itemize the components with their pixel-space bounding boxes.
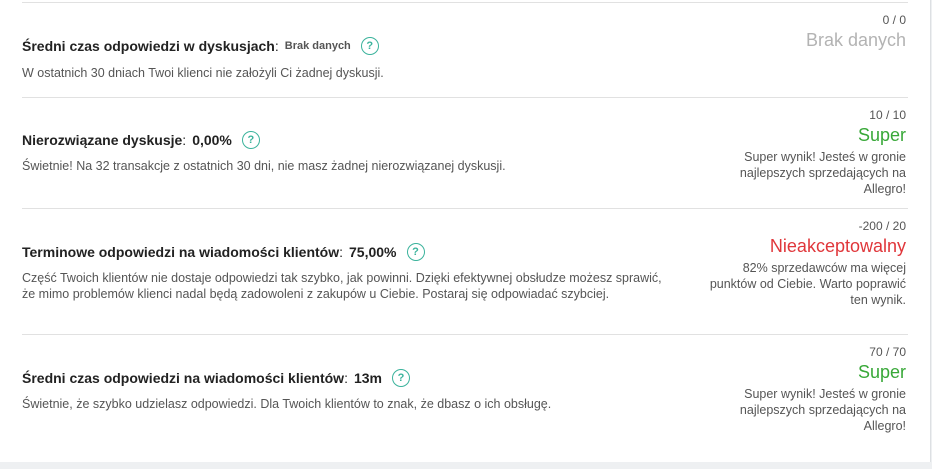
- metric-value: Brak danych: [284, 40, 351, 52]
- metric-row-average-reply-time: Średni czas odpowiedzi na wiadomości kli…: [0, 335, 930, 460]
- metric-description: Świetnie, że szybko udzielasz odpowiedzi…: [22, 397, 552, 411]
- metric-value: 75,00%: [349, 244, 397, 260]
- metric-status: Super: [857, 362, 906, 382]
- metric-value: 13m: [353, 370, 382, 386]
- metric-note: 82% sprzedawców ma więcej punktów od Cie…: [709, 261, 906, 307]
- metric-title: Nierozwiązane dyskusje: 0,00% ?: [22, 131, 672, 149]
- metric-name: Terminowe odpowiedzi na wiadomości klien…: [22, 244, 340, 260]
- metric-note: Super wynik! Jesteś w gronie najlepszych…: [739, 150, 906, 196]
- question-mark-circle-icon[interactable]: ?: [360, 37, 379, 55]
- question-mark-circle-icon[interactable]: ?: [241, 131, 260, 149]
- metric-row-discussion-response-time: Średni czas odpowiedzi w dyskusjach: Bra…: [0, 0, 930, 97]
- metric-value: 0,00%: [192, 132, 232, 148]
- metric-title: Terminowe odpowiedzi na wiadomości klien…: [22, 243, 672, 261]
- metric-status: Super: [857, 125, 906, 145]
- metric-score: -200 / 20: [858, 219, 906, 233]
- metric-name: Nierozwiązane dyskusje: [22, 132, 183, 148]
- metric-status: Nieakceptowalny: [769, 236, 906, 256]
- metric-row-timely-replies: Terminowe odpowiedzi na wiadomości klien…: [0, 209, 930, 334]
- question-mark-circle-icon[interactable]: ?: [391, 369, 410, 387]
- metric-title: Średni czas odpowiedzi na wiadomości kli…: [22, 369, 672, 387]
- metric-score: 70 / 70: [869, 345, 906, 359]
- metric-score: 0 / 0: [882, 13, 906, 27]
- metric-description: Świetnie! Na 32 transakcje z ostatnich 3…: [22, 159, 506, 173]
- metric-score: 10 / 10: [869, 108, 906, 122]
- metric-description: W ostatnich 30 dniach Twoi klienci nie z…: [22, 66, 384, 80]
- metric-name: Średni czas odpowiedzi na wiadomości kli…: [22, 370, 345, 386]
- question-mark-circle-icon[interactable]: ?: [406, 243, 425, 261]
- metric-name: Średni czas odpowiedzi w dyskusjach: [22, 38, 275, 54]
- metrics-panel: Średni czas odpowiedzi w dyskusjach: Bra…: [0, 0, 931, 462]
- metric-row-unresolved-discussions: Nierozwiązane dyskusje: 0,00% ? Świetnie…: [0, 98, 930, 208]
- metric-status: Brak danych: [805, 30, 906, 50]
- metric-description: Część Twoich klientów nie dostaje odpowi…: [22, 271, 662, 301]
- metric-title: Średni czas odpowiedzi w dyskusjach: Bra…: [22, 37, 672, 55]
- metric-note: Super wynik! Jesteś w gronie najlepszych…: [739, 387, 906, 433]
